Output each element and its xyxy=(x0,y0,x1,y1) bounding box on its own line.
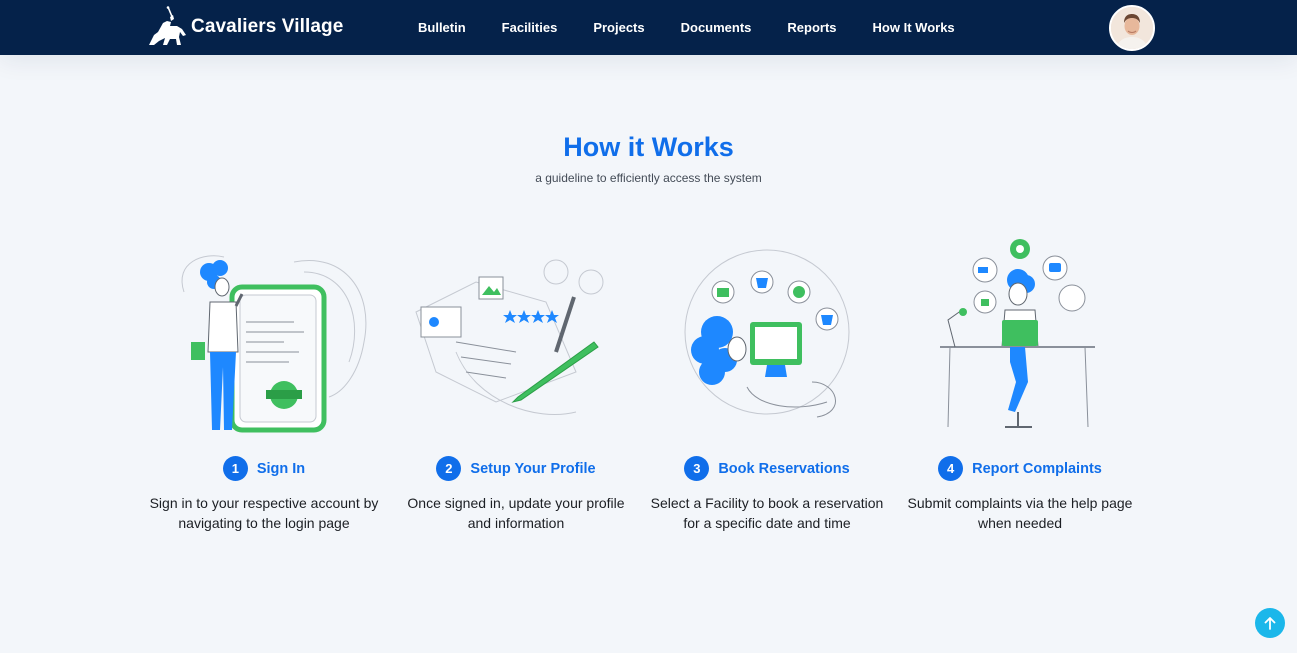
main-nav: Bulletin Facilities Projects Documents R… xyxy=(400,0,973,55)
step-sign-in: 1 Sign In Sign in to your respective acc… xyxy=(144,232,384,531)
step-4-header: 4 Report Complaints xyxy=(900,456,1140,481)
avatar-portrait-icon xyxy=(1111,7,1153,49)
step-book-reservations: 3 Book Reservations Select a Facility to… xyxy=(647,232,887,531)
report-complaints-illustration xyxy=(940,239,1095,428)
step-3-header: 3 Book Reservations xyxy=(647,456,887,481)
step-1-number: 1 xyxy=(222,456,248,481)
nav-reports[interactable]: Reports xyxy=(769,20,854,35)
nav-projects[interactable]: Projects xyxy=(575,20,662,35)
section-subtitle: a guideline to efficiently access the sy… xyxy=(535,171,762,185)
step-2-number: 2 xyxy=(436,456,462,481)
step-report-complaints: 4 Report Complaints Submit complaints vi… xyxy=(900,232,1140,531)
step-4-description: Submit complaints via the help page when… xyxy=(907,495,1133,531)
step-1-header: 1 Sign In xyxy=(144,456,384,481)
nav-bulletin[interactable]: Bulletin xyxy=(400,20,484,35)
nav-facilities[interactable]: Facilities xyxy=(484,20,576,35)
user-avatar[interactable] xyxy=(1109,5,1155,51)
step-1-description: Sign in to your respective account by na… xyxy=(149,495,379,531)
step-2-description: Once signed in, update your profile and … xyxy=(407,495,625,531)
brand-name: Cavaliers Village xyxy=(191,16,344,37)
nav-documents[interactable]: Documents xyxy=(663,20,770,35)
step-4-title: Report Complaints xyxy=(972,460,1102,477)
step-2-title: Setup Your Profile xyxy=(470,460,596,477)
nav-how-it-works[interactable]: How It Works xyxy=(855,20,973,35)
step-4-number: 4 xyxy=(938,456,964,481)
step-setup-profile: 2 Setup Your Profile Once signed in, upd… xyxy=(396,232,636,531)
step-1-title: Sign In xyxy=(256,460,306,477)
sign-in-illustration xyxy=(181,255,367,433)
step-3-title: Book Reservations xyxy=(718,460,850,477)
step-2-header: 2 Setup Your Profile xyxy=(396,456,636,481)
step-3-number: 3 xyxy=(684,456,710,481)
step-3-description: Select a Facility to book a reservation … xyxy=(650,495,884,531)
brand[interactable]: Cavaliers Village xyxy=(146,4,343,50)
arrow-up-icon xyxy=(1264,617,1276,630)
knight-logo-icon xyxy=(149,6,186,45)
scroll-to-top-button[interactable] xyxy=(1255,608,1285,638)
navbar: Cavaliers Village Bulletin Facilities Pr… xyxy=(0,0,1297,55)
setup-profile-illustration xyxy=(415,259,604,415)
book-reservations-illustration xyxy=(684,249,850,418)
section-title: How it Works xyxy=(563,132,734,162)
